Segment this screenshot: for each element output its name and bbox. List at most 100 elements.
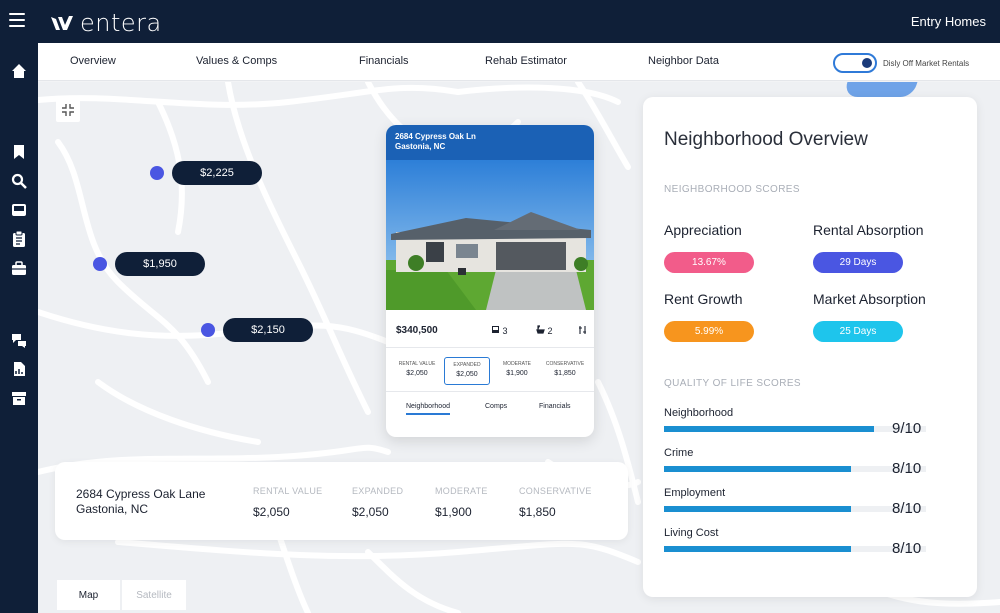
info-label: RENTAL VALUE: [253, 486, 323, 496]
archive-icon[interactable]: [10, 389, 28, 407]
report-icon[interactable]: [10, 360, 28, 378]
search-icon[interactable]: [10, 172, 28, 190]
menu-icon[interactable]: [9, 13, 25, 29]
property-card-header: 2684 Cypress Oak Ln Gastonia, NC: [386, 125, 594, 160]
value-option-rental[interactable]: RENTAL VALUE $2,050: [394, 357, 440, 385]
pin-dot: [150, 166, 164, 180]
score-appreciation-badge: 13.67%: [664, 252, 754, 273]
logo-mark-icon: [51, 16, 73, 30]
quality-scores-label: QUALITY OF LIFE SCORES: [664, 378, 801, 389]
quality-name: Employment: [664, 487, 726, 499]
quality-bar-fill: [664, 506, 851, 512]
info-address-line2: Gastonia, NC: [76, 502, 149, 516]
info-value: $2,050: [352, 505, 389, 519]
value-option-moderate[interactable]: MODERATE $1,900: [494, 357, 540, 385]
compare-icon[interactable]: [578, 325, 587, 337]
tab-overview[interactable]: Overview: [70, 55, 116, 67]
map-pin[interactable]: $2,225: [150, 161, 262, 185]
map-pin[interactable]: $1,950: [93, 252, 205, 276]
quality-bar-fill: [664, 466, 851, 472]
info-address: 2684 Cypress Oak Lane Gastonia, NC: [76, 487, 205, 517]
property-city: Gastonia, NC: [395, 142, 446, 151]
info-label: CONSERVATIVE: [519, 486, 592, 496]
bookmark-icon[interactable]: [10, 143, 28, 161]
property-card[interactable]: 2684 Cypress Oak Ln Gastonia, NC $340,50…: [386, 125, 594, 437]
top-nav: Overview Values & Comps Financials Rehab…: [38, 43, 1000, 81]
info-rental-value: RENTAL VALUE $2,050: [253, 486, 322, 519]
tab-rehab-estimator[interactable]: Rehab Estimator: [485, 55, 567, 67]
tab-values-comps[interactable]: Values & Comps: [196, 55, 277, 67]
bath-icon: [536, 325, 545, 334]
info-value: $2,050: [253, 505, 290, 519]
brand-logo[interactable]: entera: [50, 9, 162, 37]
value-label: MODERATE: [503, 361, 531, 367]
quality-bar-fill: [664, 426, 874, 432]
tab-neighbor-data[interactable]: Neighbor Data: [648, 55, 719, 67]
quality-row-neighborhood: Neighborhood 9/10: [664, 407, 964, 437]
satellite-view-button[interactable]: Satellite: [122, 580, 186, 610]
home-icon[interactable]: [10, 62, 28, 80]
map-pin[interactable]: $2,150: [201, 318, 313, 342]
quality-name: Neighborhood: [664, 407, 734, 419]
off-market-toggle[interactable]: [833, 53, 877, 73]
quality-row-employment: Employment 8/10: [664, 487, 964, 517]
panel-title: Neighborhood Overview: [664, 129, 868, 150]
score-market-absorption-label: Market Absorption: [813, 291, 926, 307]
value-label: RENTAL VALUE: [398, 361, 436, 367]
top-bar: entera Entry Homes: [0, 0, 1000, 43]
quality-bar-track: [664, 426, 926, 432]
quality-score: 8/10: [892, 500, 922, 517]
info-value: $1,900: [435, 505, 472, 519]
quality-bar-track: [664, 506, 926, 512]
briefcase-icon[interactable]: [10, 259, 28, 277]
quality-bar-track: [664, 546, 926, 552]
tab-financials[interactable]: Financials: [359, 55, 409, 67]
tab-financials-card[interactable]: Financials: [539, 403, 571, 410]
pin-dot: [93, 257, 107, 271]
off-market-toggle-label: Disly Off Market Rentals: [883, 58, 970, 68]
property-value-options: RENTAL VALUE $2,050 EXPANDED $2,050 MODE…: [394, 357, 588, 385]
value-amount: $1,900: [506, 370, 528, 377]
value-option-expanded[interactable]: EXPANDED $2,050: [444, 357, 490, 385]
property-address: 2684 Cypress Oak Ln: [395, 132, 476, 141]
score-rent-growth-badge: 5.99%: [664, 321, 754, 342]
tab-neighborhood[interactable]: Neighborhood: [406, 403, 450, 415]
clipboard-icon[interactable]: [10, 230, 28, 248]
score-rent-growth-label: Rent Growth: [664, 291, 743, 307]
value-amount: $2,050: [456, 371, 478, 378]
score-rental-absorption-label: Rental Absorption: [813, 222, 924, 238]
divider: [386, 347, 594, 348]
quality-bar-track: [664, 466, 926, 472]
property-price: $340,500: [396, 325, 438, 336]
bed-icon: [492, 326, 499, 333]
quality-row-crime: Crime 8/10: [664, 447, 964, 477]
pin-price-label: $2,225: [172, 161, 262, 185]
property-summary: $340,500 3 2: [396, 325, 586, 336]
collapse-icon: [62, 104, 74, 116]
inbox-icon[interactable]: [10, 201, 28, 219]
beds-count: 3: [491, 325, 508, 336]
quality-name: Crime: [664, 447, 694, 459]
info-value: $1,850: [519, 505, 556, 519]
quality-score: 8/10: [892, 540, 922, 557]
divider: [386, 391, 594, 392]
chat-icon[interactable]: [10, 331, 28, 349]
value-option-conservative[interactable]: CONSERVATIVE $1,850: [542, 357, 588, 385]
quality-score: 8/10: [892, 460, 922, 477]
company-name[interactable]: Entry Homes: [911, 14, 986, 29]
collapse-map-button[interactable]: [56, 98, 80, 122]
info-label: MODERATE: [435, 486, 488, 496]
score-rental-absorption-badge: 29 Days: [813, 252, 903, 273]
neighborhood-scores-label: NEIGHBORHOOD SCORES: [664, 184, 800, 195]
beds-value: 3: [502, 326, 508, 336]
pin-price-label: $1,950: [115, 252, 205, 276]
map-view-button[interactable]: Map: [57, 580, 120, 610]
quality-bar-fill: [664, 546, 851, 552]
score-market-absorption-badge: 25 Days: [813, 321, 903, 342]
tab-comps[interactable]: Comps: [485, 403, 507, 410]
map-highlight-area: [842, 82, 918, 97]
baths-value: 2: [547, 326, 553, 336]
sidebar: [0, 43, 38, 613]
score-appreciation-label: Appreciation: [664, 222, 742, 238]
value-label: EXPANDED: [453, 362, 481, 368]
